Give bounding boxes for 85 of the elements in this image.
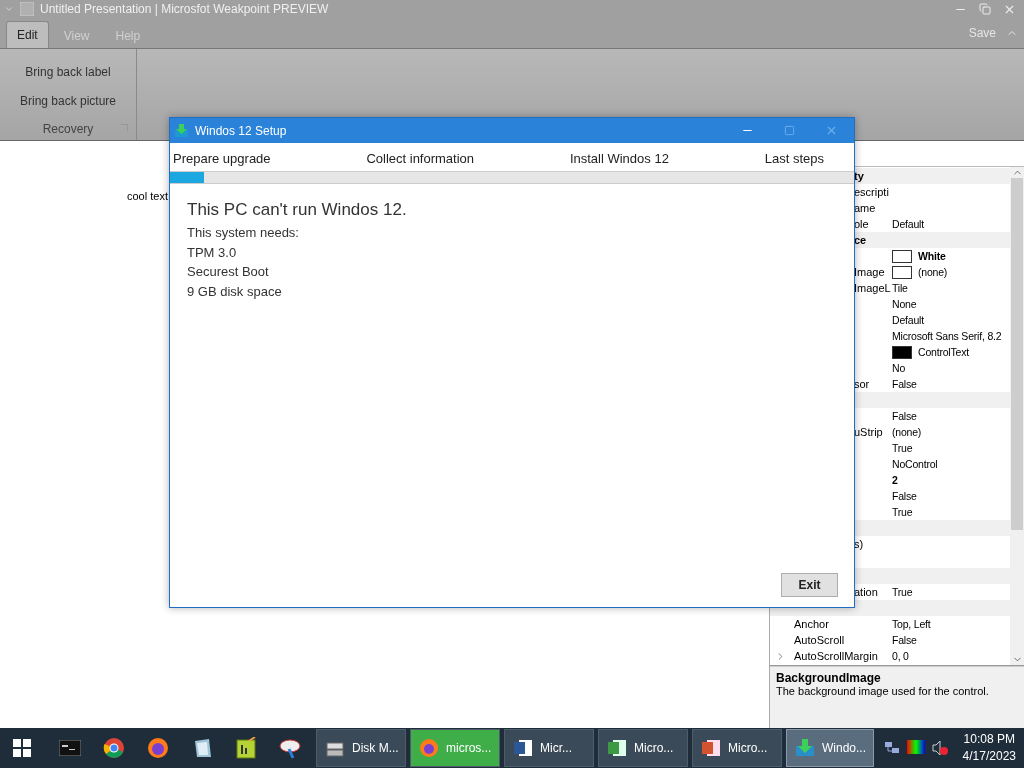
requirement-text: Securest Boot (187, 263, 270, 281)
category-label: ce (853, 234, 868, 246)
start-icon[interactable] (13, 739, 31, 757)
group-label: Recovery (42, 122, 94, 136)
property-value: ControlText (918, 346, 969, 358)
exit-button[interactable]: Exit (781, 573, 838, 597)
chart-icon[interactable] (235, 737, 257, 759)
property-name: ole (854, 218, 869, 230)
property-value: True (892, 506, 913, 518)
property-name: AutoScrollMargin (794, 650, 878, 662)
property-value: NoControl (892, 458, 938, 470)
description-text: The background image used for the control. (776, 685, 990, 697)
paint-palette-icon[interactable] (279, 737, 301, 759)
property-value: 2 (892, 474, 898, 486)
property-value: True (892, 586, 913, 598)
property-name: sor (854, 378, 870, 390)
property-name: ame (854, 202, 876, 214)
property-value: Tile (892, 282, 908, 294)
property-value: False (892, 378, 917, 390)
slides-icon (701, 738, 721, 758)
property-value: True (892, 442, 913, 454)
spreadsheet-icon (607, 738, 627, 758)
clock-time: 10:08 PM (963, 731, 1015, 748)
requirement-text: 9 GB disk space (187, 282, 283, 301)
category-label: ty (853, 170, 865, 182)
property-value: Microsoft Sans Serif, 8.2 (892, 330, 1002, 342)
property-value: False (892, 410, 917, 422)
maximize-icon[interactable] (784, 125, 795, 136)
window-title: Untitled Presentation | Microsfot Weakpoint PREVIEW (40, 2, 330, 16)
dialog-launcher-icon[interactable] (121, 124, 128, 131)
step-label: Last steps (764, 151, 824, 168)
fox-globe-icon[interactable] (147, 737, 169, 759)
dialog-heading: This PC can't run Windos 12. (187, 200, 408, 220)
download-arrow-icon (795, 738, 815, 758)
network-icon[interactable] (883, 741, 900, 755)
property-value: None (892, 298, 917, 310)
property-name: ImageL (854, 282, 891, 294)
property-name: AutoScroll (794, 634, 845, 646)
step-label: Install Windos 12 (569, 151, 669, 168)
ribbon-button[interactable]: Bring back picture (19, 86, 116, 115)
ribbon-button[interactable]: Bring back label (25, 57, 111, 86)
scroll-thumb[interactable] (1011, 178, 1023, 530)
property-value: 0, 0 (892, 650, 909, 662)
app-icon (20, 2, 34, 16)
menu-caret-icon[interactable] (4, 4, 14, 14)
volume-muted-icon[interactable] (931, 740, 948, 756)
property-name: Image (854, 266, 885, 278)
property-value: False (892, 634, 917, 646)
drive-icon (325, 739, 345, 757)
browser-icon[interactable] (103, 737, 125, 759)
taskbar-button[interactable]: Micro... (598, 729, 688, 767)
dialog-title: Windos 12 Setup (195, 123, 287, 138)
color-grid-icon[interactable] (906, 740, 925, 756)
taskbar-button[interactable]: Micro... (692, 729, 782, 767)
close-icon[interactable] (825, 124, 838, 137)
word-doc-icon (513, 738, 533, 758)
requirement-text: TPM 3.0 (187, 243, 238, 262)
fox-globe-icon (419, 738, 439, 758)
requirement-text: This system needs: (187, 224, 300, 242)
property-name: ation (854, 586, 878, 598)
property-value: Default (892, 314, 924, 326)
property-value: No (892, 362, 906, 374)
property-value: (none) (892, 426, 922, 438)
taskbar-button[interactable]: Disk M... (316, 729, 406, 767)
terminal-icon[interactable] (59, 740, 81, 756)
property-value: Top, Left (892, 618, 931, 630)
download-arrow-icon (174, 123, 189, 138)
property-name: s) (854, 538, 864, 550)
property-value: False (892, 490, 917, 502)
property-name: escripti (854, 186, 889, 198)
step-label: Collect information (366, 151, 475, 168)
restore-icon[interactable] (979, 3, 991, 15)
step-label: Prepare upgrade (173, 151, 271, 168)
property-value: (none) (918, 266, 948, 278)
property-name: uStrip (854, 426, 883, 438)
description-title: BackgroundImage (776, 671, 882, 685)
taskbar-button[interactable]: Micr... (504, 729, 594, 767)
property-value: Default (892, 218, 924, 230)
taskbar-button[interactable]: Windo... (786, 729, 874, 767)
clock[interactable]: 10:08 PM 4/17/2023 (962, 731, 1016, 765)
ribbon-tab[interactable]: Edit (6, 21, 49, 48)
property-name: Anchor (794, 618, 829, 630)
property-value: White (918, 250, 946, 262)
canvas-label: cool text (127, 190, 168, 202)
clock-date: 4/17/2023 (962, 748, 1016, 765)
